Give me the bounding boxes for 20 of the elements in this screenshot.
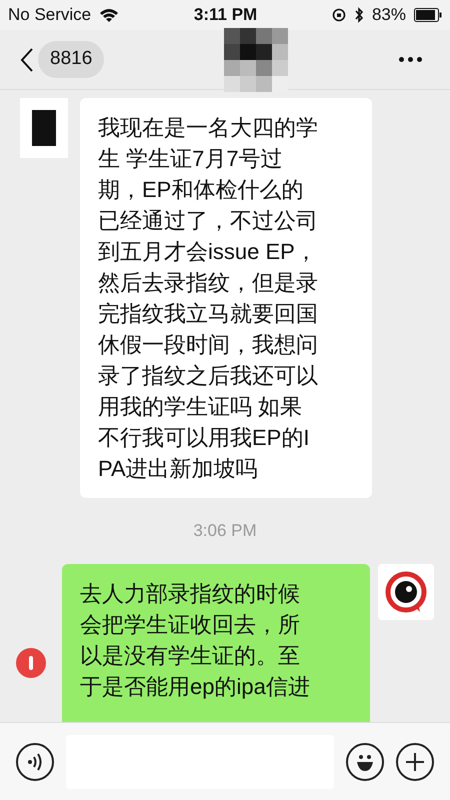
plus-icon [405, 752, 425, 772]
voice-button[interactable] [16, 742, 54, 780]
sound-wave-icon [27, 752, 43, 770]
bluetooth-icon [354, 7, 364, 23]
lock-rotation-icon [332, 8, 346, 22]
back-button[interactable]: 8816 [20, 41, 104, 78]
wifi-icon [99, 8, 120, 22]
message-text: 我现在是一名大四的学生 学生证7月7号过期，EP和体检什么的已经通过了，不过公司到五月才会issue EP，然后去录指纹，但是录完指纹我立马就要回国休假一段时间，我想问录了指纹之后我还可以用我的学生证吗 如果不行我可以用我EP的IPA进出新加坡吗 [98, 114, 319, 483]
emoji-button[interactable] [346, 742, 384, 780]
avatar [20, 98, 68, 158]
unread-count: 8816 [38, 41, 104, 78]
plus-button[interactable] [396, 742, 434, 780]
battery-text: 83% [372, 4, 406, 26]
message-text: 去人力部录指纹的时候会把学生证收回去，所以是没有学生证的。至于是否能用ep的ipa信进 [80, 580, 311, 701]
battery-icon [414, 8, 442, 22]
back-icon [20, 46, 34, 72]
clock-text: 3:11 PM [194, 4, 258, 26]
timestamp: 3:06 PM [193, 520, 257, 542]
camera-logo-icon [384, 570, 428, 614]
carrier-text: No Service [8, 4, 92, 26]
